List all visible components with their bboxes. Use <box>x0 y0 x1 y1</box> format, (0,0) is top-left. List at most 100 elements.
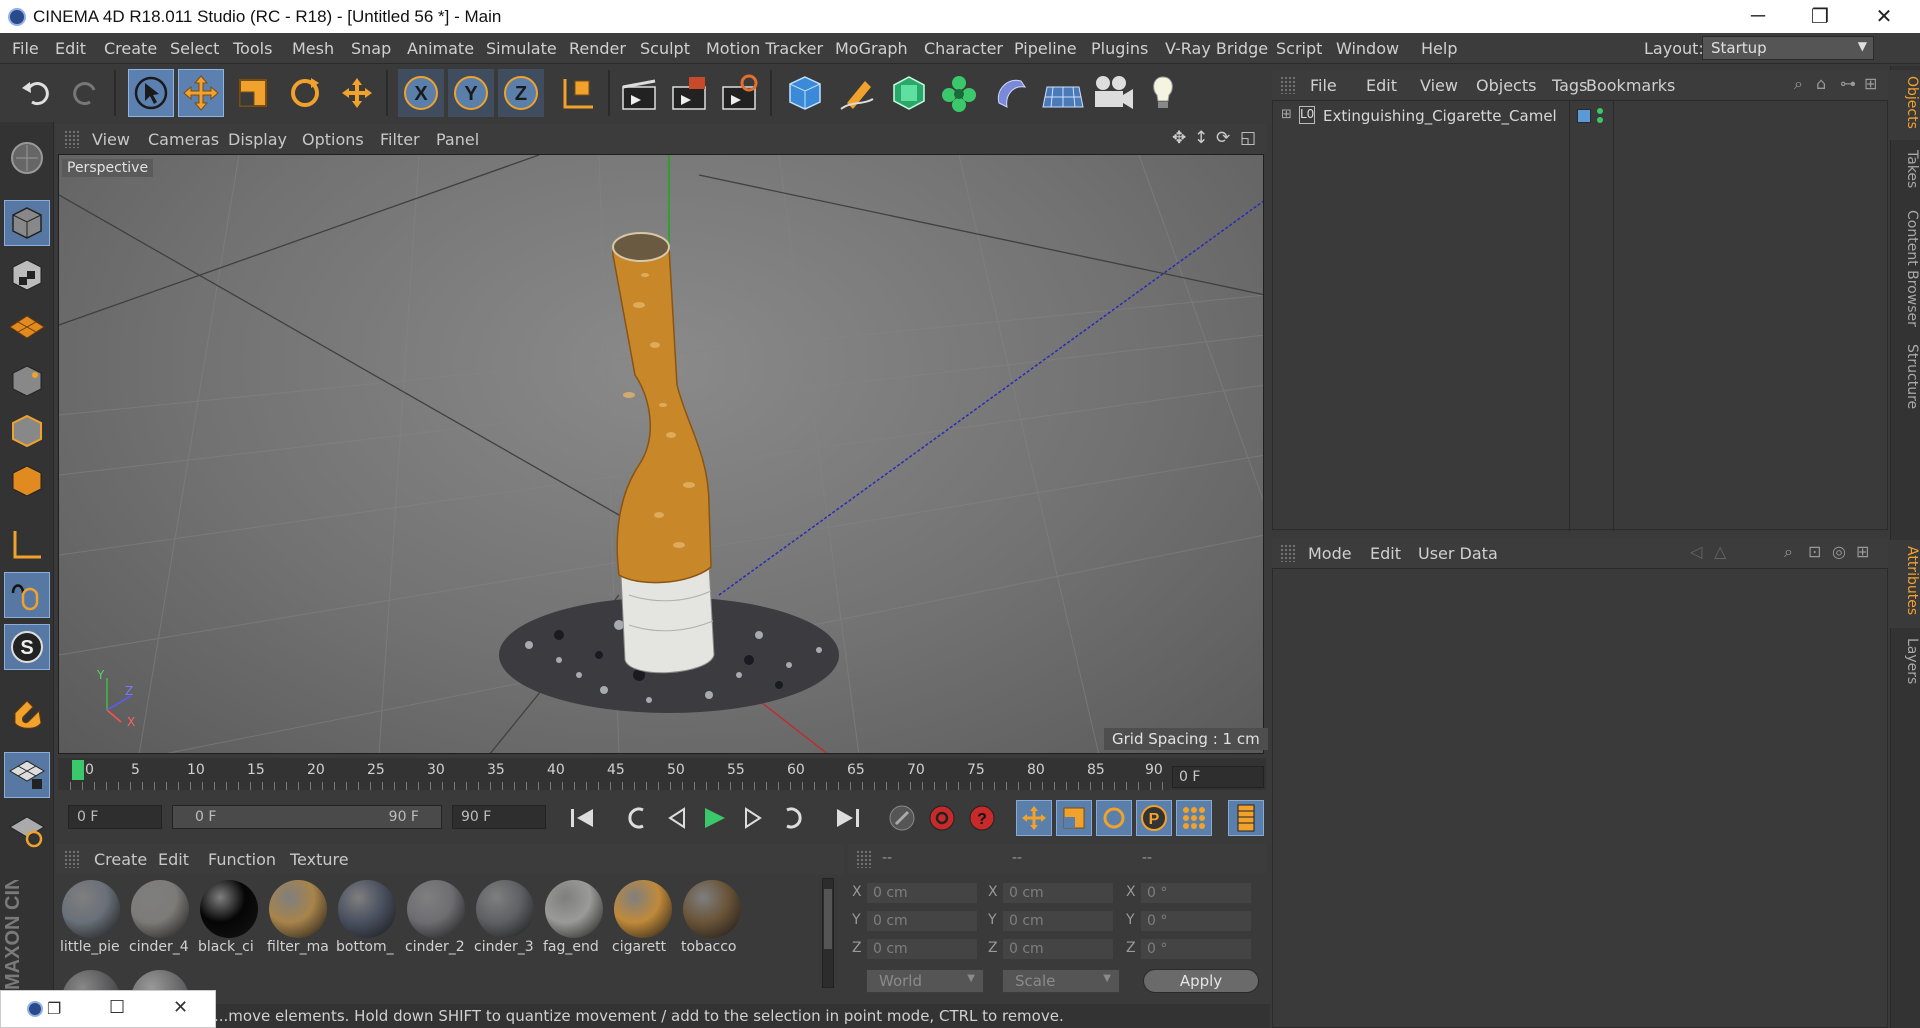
material-item[interactable]: cinder_4 <box>127 876 193 958</box>
viewport-menu-view[interactable]: View <box>92 130 130 149</box>
maximize-icon[interactable]: ☐ <box>109 997 125 1018</box>
go-to-end-icon[interactable] <box>830 800 866 836</box>
expand-icon[interactable]: ⊞ <box>1281 107 1292 122</box>
axis-mode-icon[interactable] <box>4 522 50 568</box>
coordinate-system-dropdown[interactable]: World ▼ <box>866 969 984 993</box>
next-key-icon[interactable] <box>776 800 812 836</box>
viewport-3d[interactable]: Y Z X <box>58 154 1264 754</box>
restore-icon[interactable]: ❐ <box>47 999 61 1018</box>
viewport-menu-cameras[interactable]: Cameras <box>148 130 219 149</box>
material-item[interactable]: black_ci <box>196 876 262 958</box>
close-icon[interactable]: ✕ <box>173 997 188 1018</box>
search-icon[interactable]: ⌕ <box>1794 74 1803 94</box>
pen-icon[interactable] <box>834 69 880 117</box>
key-pla-icon[interactable] <box>1176 800 1212 836</box>
menu-script[interactable]: Script <box>1276 39 1322 58</box>
object-menu-edit[interactable]: Edit <box>1366 76 1397 95</box>
timeline-ruler[interactable] <box>58 758 1266 790</box>
position-x-field[interactable]: 0 cm <box>866 882 978 904</box>
edges-mode-icon[interactable] <box>4 408 50 454</box>
minimize-button[interactable]: ─ <box>1728 0 1788 33</box>
points-mode-icon[interactable] <box>4 358 50 404</box>
undo-icon[interactable] <box>14 69 60 117</box>
material-item[interactable]: cigarett <box>610 876 676 958</box>
tab-takes[interactable]: Takes <box>1890 144 1920 200</box>
object-menu-view[interactable]: View <box>1420 76 1458 95</box>
texture-mode-icon[interactable] <box>4 252 50 298</box>
key-scale-icon[interactable] <box>1056 800 1092 836</box>
menu-window[interactable]: Window <box>1336 39 1399 58</box>
menu-animate[interactable]: Animate <box>407 39 474 58</box>
menu-render[interactable]: Render <box>569 39 626 58</box>
cloner-icon[interactable] <box>936 69 982 117</box>
position-y-field[interactable]: 0 cm <box>866 910 978 932</box>
model-mode-icon[interactable] <box>4 200 50 246</box>
polygons-mode-icon[interactable] <box>4 458 50 504</box>
tab-attributes[interactable]: Attributes <box>1890 540 1920 628</box>
rotation-p-field[interactable]: 0 ° <box>1140 910 1252 932</box>
play-icon[interactable] <box>696 800 732 836</box>
menu-mesh[interactable]: Mesh <box>292 39 334 58</box>
viewport-zoom-icon[interactable]: ↕ <box>1194 128 1208 148</box>
menu-tools[interactable]: Tools <box>233 39 272 58</box>
material-menu-edit[interactable]: Edit <box>158 850 189 869</box>
lock-icon[interactable]: ⊡ <box>1808 542 1821 561</box>
menu-plugins[interactable]: Plugins <box>1091 39 1148 58</box>
viewport-menu-display[interactable]: Display <box>228 130 287 149</box>
lock-workplane-icon[interactable] <box>4 752 50 798</box>
material-menu-function[interactable]: Function <box>208 850 276 869</box>
rotation-b-field[interactable]: 0 ° <box>1140 938 1252 960</box>
workplane-icon[interactable] <box>4 304 50 350</box>
deformer-icon[interactable] <box>988 69 1034 117</box>
new-panel-icon[interactable]: ⊞ <box>1856 542 1869 561</box>
attribute-menu-edit[interactable]: Edit <box>1370 544 1401 563</box>
x-axis-icon[interactable]: X <box>398 69 444 117</box>
light-icon[interactable] <box>1140 69 1186 117</box>
tweak-mode-icon[interactable] <box>4 572 50 618</box>
size-x-field[interactable]: 0 cm <box>1002 882 1114 904</box>
position-z-field[interactable]: 0 cm <box>866 938 978 960</box>
y-axis-icon[interactable]: Y <box>448 69 494 117</box>
size-y-field[interactable]: 0 cm <box>1002 910 1114 932</box>
render-picture-viewer-icon[interactable] <box>666 69 712 117</box>
object-name[interactable]: Extinguishing_Cigarette_Camel <box>1323 107 1557 125</box>
editor-visibility-dot[interactable] <box>1597 108 1603 114</box>
next-frame-icon[interactable] <box>736 800 772 836</box>
start-frame-field[interactable]: 0 F <box>68 805 162 829</box>
viewport-maximize-icon[interactable]: ◱ <box>1240 128 1256 148</box>
menu-character[interactable]: Character <box>924 39 1003 58</box>
attribute-menu-mode[interactable]: Mode <box>1308 544 1352 563</box>
size-z-field[interactable]: 0 cm <box>1002 938 1114 960</box>
material-scrollbar[interactable] <box>822 878 834 988</box>
subdivision-icon[interactable] <box>886 69 932 117</box>
layer-color-icon[interactable] <box>1577 109 1591 123</box>
menu-file[interactable]: File <box>12 39 39 58</box>
material-item[interactable]: little_pie <box>58 876 124 958</box>
frame-range-slider[interactable]: 0 F 90 F <box>172 805 442 829</box>
link-icon[interactable]: ⊶ <box>1840 74 1856 93</box>
menu-motion-tracker[interactable]: Motion Tracker <box>706 39 823 58</box>
menu-sculpt[interactable]: Sculpt <box>640 39 690 58</box>
redo-icon[interactable] <box>62 69 108 117</box>
menu-snap[interactable]: Snap <box>351 39 391 58</box>
layout-dropdown[interactable]: Startup ▼ <box>1702 36 1874 60</box>
menu-create[interactable]: Create <box>104 39 157 58</box>
back-arrow-icon[interactable]: ◁ <box>1690 542 1702 561</box>
viewport-menu-panel[interactable]: Panel <box>436 130 479 149</box>
tab-structure[interactable]: Structure <box>1890 338 1920 422</box>
material-item[interactable]: cinder_3 <box>472 876 538 958</box>
key-rotation-icon[interactable] <box>1096 800 1132 836</box>
render-view-icon[interactable] <box>616 69 662 117</box>
taskbar-thumbnail[interactable]: ❐ ☐ ✕ <box>0 990 216 1028</box>
attribute-menu-user-data[interactable]: User Data <box>1418 544 1498 563</box>
size-mode-dropdown[interactable]: Scale ▼ <box>1002 969 1120 993</box>
menu-vray-bridge[interactable]: V-Ray Bridge <box>1165 39 1268 58</box>
object-menu-bookmarks[interactable]: Bookmarks <box>1586 76 1675 95</box>
solo-mode-icon[interactable]: S <box>4 624 50 670</box>
floor-icon[interactable] <box>1040 69 1086 117</box>
keyframe-selection-icon[interactable]: ? <box>964 800 1000 836</box>
target-icon[interactable]: ◎ <box>1832 542 1846 561</box>
timeline-window-icon[interactable] <box>1228 800 1264 836</box>
menu-edit[interactable]: Edit <box>55 39 86 58</box>
tab-objects[interactable]: Objects <box>1890 70 1920 140</box>
